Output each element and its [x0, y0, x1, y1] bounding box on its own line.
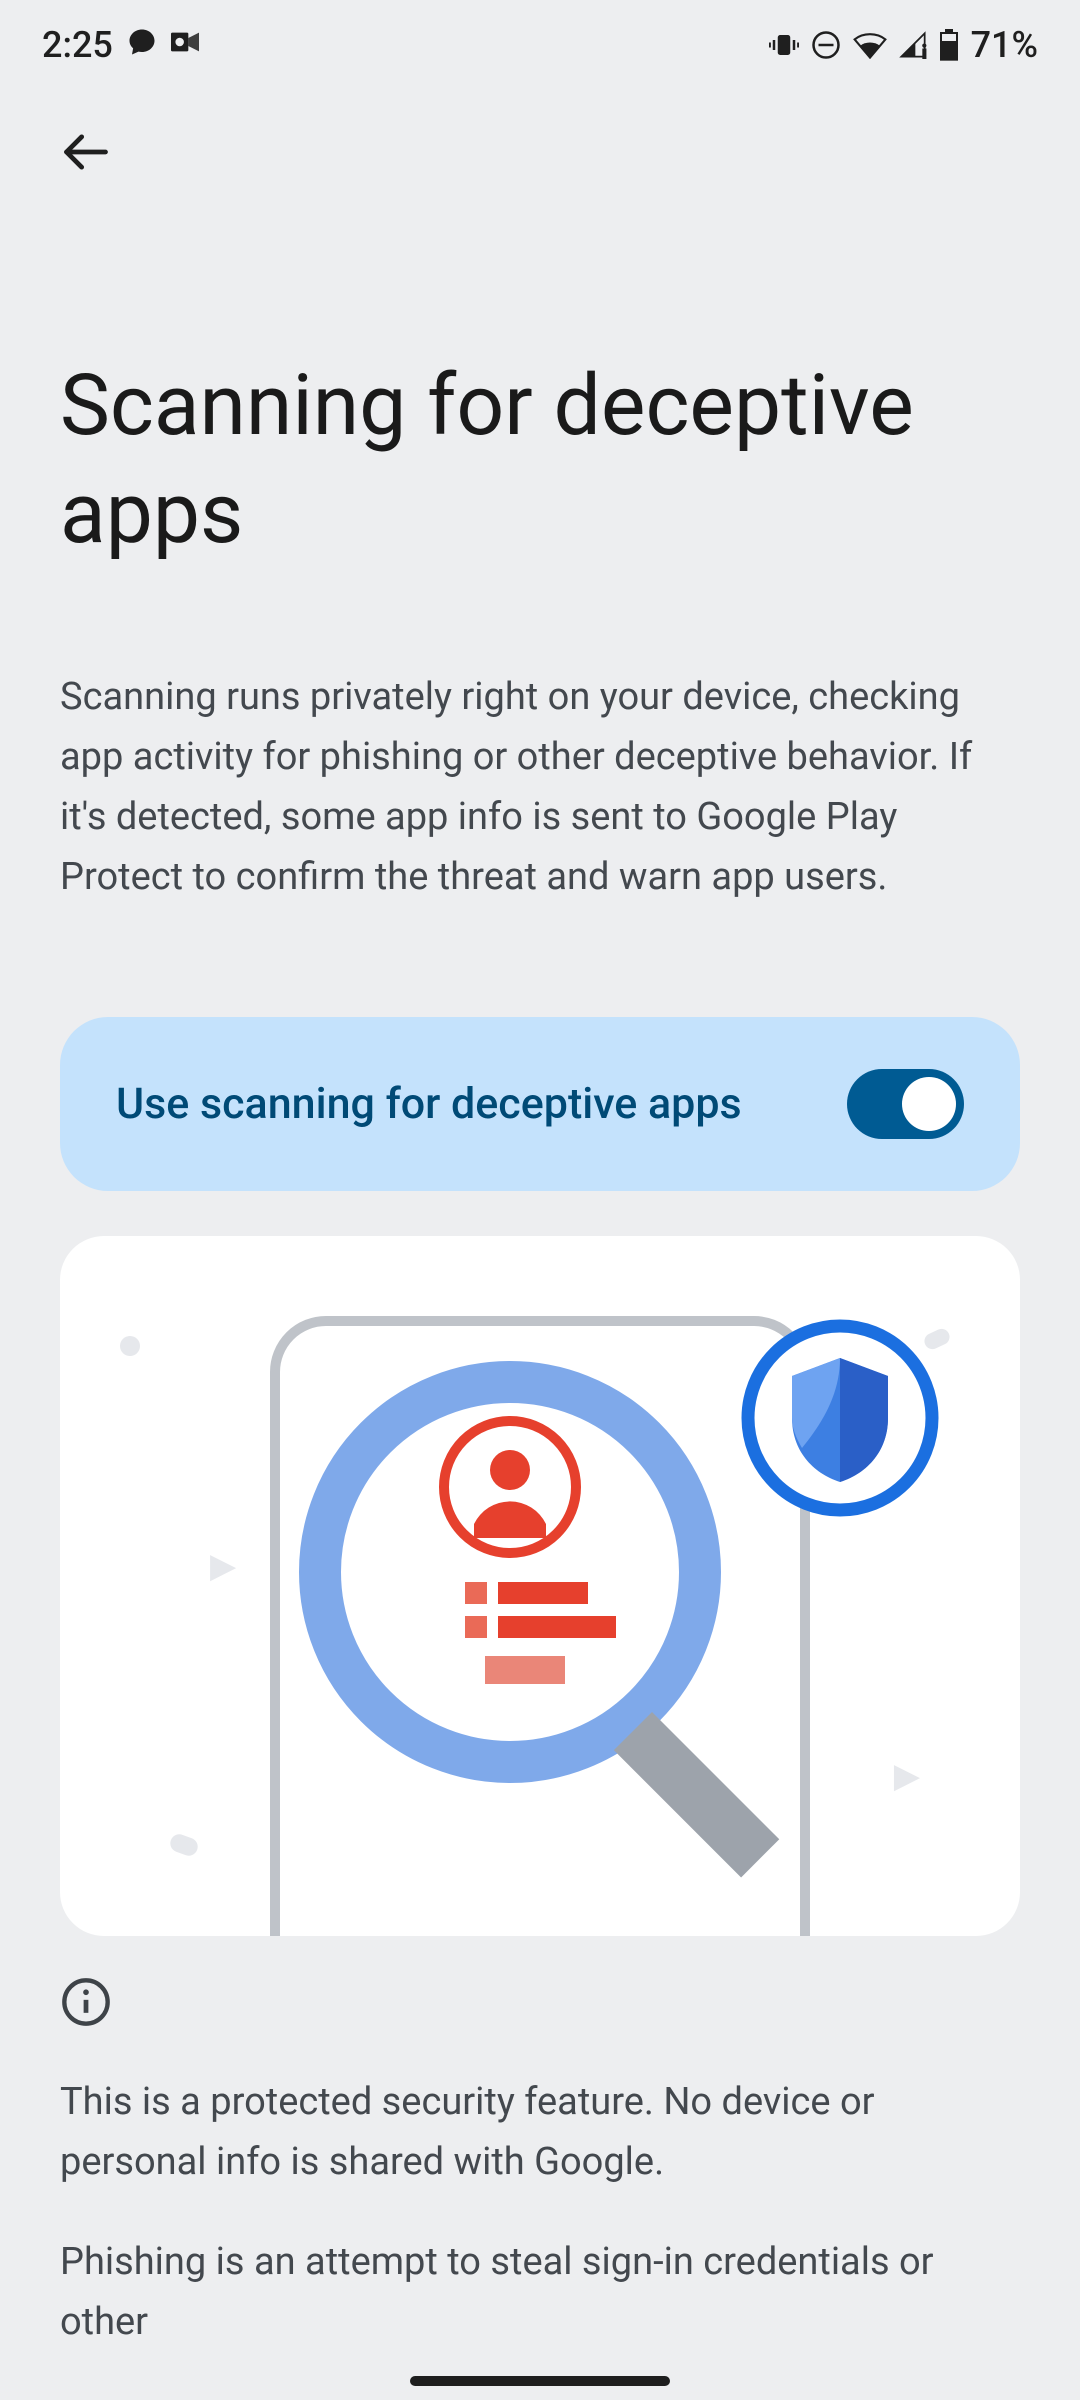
status-time: 2:25 [42, 24, 113, 66]
info-icon [60, 1976, 1020, 2032]
toggle-label: Use scanning for deceptive apps [116, 1073, 807, 1135]
status-right: 71% [769, 24, 1038, 66]
outlook-icon [171, 24, 203, 66]
chat-icon [127, 24, 157, 66]
nav-handle[interactable] [410, 2376, 670, 2386]
battery-icon [939, 29, 959, 61]
status-bar: 2:25 71% [0, 0, 1080, 90]
battery-label: 71% [971, 24, 1038, 66]
signal-icon [899, 31, 927, 59]
illustration-card: ▶ ▶ [60, 1236, 1020, 1936]
footer-text-1: This is a protected security feature. No… [60, 2072, 1020, 2192]
dnd-icon [811, 30, 841, 60]
page-description: Scanning runs privately right on your de… [60, 667, 1020, 907]
back-button[interactable] [60, 163, 112, 182]
shield-icon [740, 1318, 940, 1522]
page-title: Scanning for deceptive apps [60, 352, 1020, 567]
footer-text-2: Phishing is an attempt to steal sign-in … [60, 2232, 1020, 2352]
status-left: 2:25 [42, 24, 203, 66]
toggle-card[interactable]: Use scanning for deceptive apps [60, 1017, 1020, 1191]
magnifier-icon [260, 1312, 820, 1936]
vibrate-icon [769, 30, 799, 60]
wifi-icon [853, 31, 887, 59]
toggle-switch[interactable] [847, 1069, 964, 1139]
